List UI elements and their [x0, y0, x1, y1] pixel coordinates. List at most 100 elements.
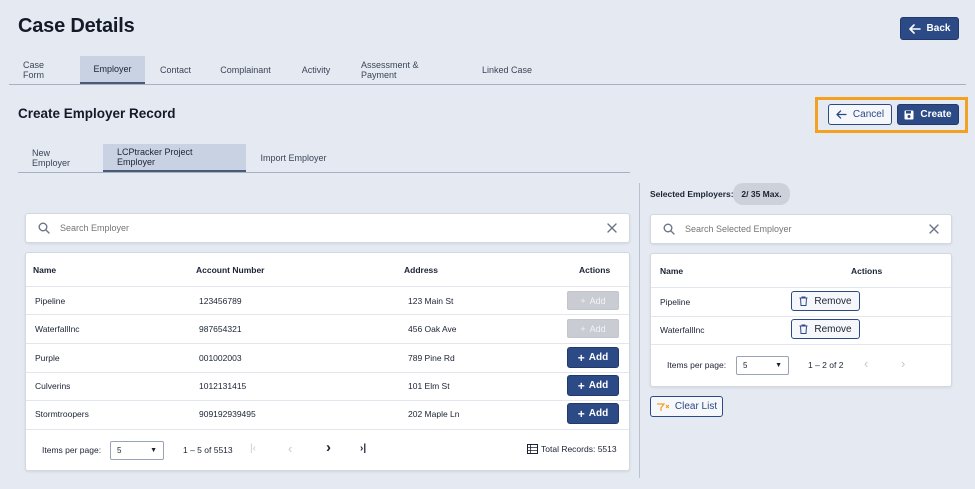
caret-down-icon: ▼ — [775, 362, 782, 369]
tab-employer[interactable]: Employer — [80, 56, 145, 84]
back-button-label: Back — [926, 23, 951, 34]
prev-page-icon[interactable]: ‹ — [288, 441, 292, 456]
selected-employer-name: Pipeline — [660, 297, 691, 307]
add-employer-button[interactable]: + Add — [567, 319, 619, 338]
page-range: 1 – 2 of 2 — [808, 360, 844, 370]
add-employer-button[interactable]: + Add — [567, 375, 619, 396]
case-tabs: Case Form Employer Contact Complainant A… — [9, 56, 547, 84]
tab-assessment-payment[interactable]: Assessment & Payment — [347, 56, 467, 84]
trash-icon — [799, 296, 808, 306]
arrow-left-icon — [836, 110, 847, 119]
plus-icon: + — [580, 295, 586, 306]
selected-search-bar — [650, 214, 952, 244]
selected-count-badge: 2/ 35 Max. — [733, 183, 790, 205]
employer-address: 101 Elm St — [408, 381, 450, 391]
last-page-icon[interactable]: ›| — [360, 443, 366, 454]
employer-account: 1012131415 — [199, 381, 247, 391]
add-button-label: Add — [588, 380, 609, 391]
page-size-value: 5 — [117, 446, 122, 455]
add-employer-button[interactable]: + Add — [567, 291, 619, 310]
table-icon — [527, 444, 538, 454]
remove-employer-button[interactable]: Remove — [791, 291, 860, 311]
remove-button-label: Remove — [814, 295, 852, 307]
search-icon — [38, 222, 50, 234]
employer-account: 909192939495 — [199, 409, 256, 419]
page-range: 1 – 5 of 5513 — [183, 445, 233, 455]
row-separator — [26, 314, 629, 315]
employer-search-input[interactable] — [60, 223, 607, 233]
tab-lcptracker-project-employer[interactable]: LCPtracker Project Employer — [103, 144, 246, 172]
employer-name: Purple — [35, 353, 60, 363]
employer-search-bar — [25, 213, 630, 243]
clear-search-icon[interactable] — [929, 224, 939, 234]
employer-account: 123456789 — [199, 296, 242, 306]
total-records: Total Records: 5513 — [527, 444, 617, 454]
create-button[interactable]: Create — [897, 104, 959, 125]
employer-address: 456 Oak Ave — [408, 324, 457, 334]
employer-address: 202 Maple Ln — [408, 409, 460, 419]
remove-button-label: Remove — [814, 323, 852, 335]
column-header-actions: Actions — [851, 266, 883, 276]
trash-icon — [799, 324, 808, 334]
add-button-label: Add — [589, 323, 606, 334]
employer-name: Pipeline — [35, 296, 66, 306]
items-per-page-label: Items per page: — [667, 360, 727, 370]
items-per-page-label: Items per page: — [42, 445, 102, 455]
page-size-select[interactable]: 5 ▼ — [110, 441, 164, 460]
page-title: Case Details — [18, 15, 135, 37]
selected-search-input[interactable] — [685, 224, 929, 234]
clear-list-button[interactable]: Clear List — [650, 396, 723, 417]
caret-down-icon: ▼ — [150, 447, 157, 454]
back-button[interactable]: Back — [900, 17, 959, 40]
plus-icon: + — [580, 323, 586, 334]
prev-page-icon[interactable]: ‹ — [864, 356, 868, 371]
add-button-label: Add — [588, 408, 609, 419]
tab-contact[interactable]: Contact — [145, 56, 206, 84]
tab-complainant[interactable]: Complainant — [206, 56, 285, 84]
cancel-button[interactable]: Cancel — [828, 104, 892, 125]
row-separator — [651, 344, 951, 345]
clear-list-label: Clear List — [674, 401, 718, 412]
tab-activity[interactable]: Activity — [285, 56, 347, 84]
clear-search-icon[interactable] — [607, 223, 617, 233]
create-button-label: Create — [920, 109, 952, 120]
section-title: Create Employer Record — [18, 106, 176, 121]
add-button-label: Add — [588, 352, 609, 363]
next-page-icon[interactable]: › — [901, 356, 905, 371]
employer-name: Culverins — [35, 381, 71, 391]
plus-icon: + — [577, 350, 585, 365]
first-page-icon[interactable]: |‹ — [250, 443, 256, 454]
employer-name: WaterfallInc — [35, 324, 80, 334]
panel-divider — [639, 183, 640, 478]
employer-table: Name Account Number Address Actions Pipe… — [25, 252, 630, 471]
cancel-button-label: Cancel — [852, 109, 885, 120]
column-header-address: Address — [404, 265, 439, 275]
column-header-actions: Actions — [579, 265, 611, 275]
remove-employer-button[interactable]: Remove — [791, 319, 860, 339]
tab-case-form[interactable]: Case Form — [9, 56, 80, 84]
selected-employers-label: Selected Employers: — [650, 189, 734, 199]
header-separator — [26, 286, 629, 287]
add-employer-button[interactable]: + Add — [567, 403, 619, 424]
next-page-icon[interactable]: › — [326, 439, 331, 456]
column-header-account-number: Account Number — [196, 265, 265, 275]
total-records-label: Total Records: 5513 — [541, 444, 617, 454]
header-separator — [651, 287, 951, 288]
add-employer-button[interactable]: + Add — [567, 347, 619, 368]
page-size-select[interactable]: 5 ▼ — [736, 356, 789, 375]
tab-import-employer[interactable]: Import Employer — [246, 144, 341, 172]
case-tabs-divider — [9, 84, 966, 85]
row-separator — [26, 429, 629, 430]
add-button-label: Add — [589, 295, 606, 306]
column-header-name: Name — [33, 265, 57, 275]
employer-address: 123 Main St — [408, 296, 454, 306]
clear-filter-icon — [656, 402, 669, 411]
employer-account: 987654321 — [199, 324, 242, 334]
row-separator — [26, 372, 629, 373]
tab-linked-case[interactable]: Linked Case — [467, 56, 547, 84]
tab-new-employer[interactable]: New Employer — [18, 144, 103, 172]
sub-tabs-divider — [18, 172, 630, 173]
row-separator — [26, 400, 629, 401]
employer-account: 001002003 — [199, 353, 242, 363]
column-header-name: Name — [660, 266, 684, 276]
